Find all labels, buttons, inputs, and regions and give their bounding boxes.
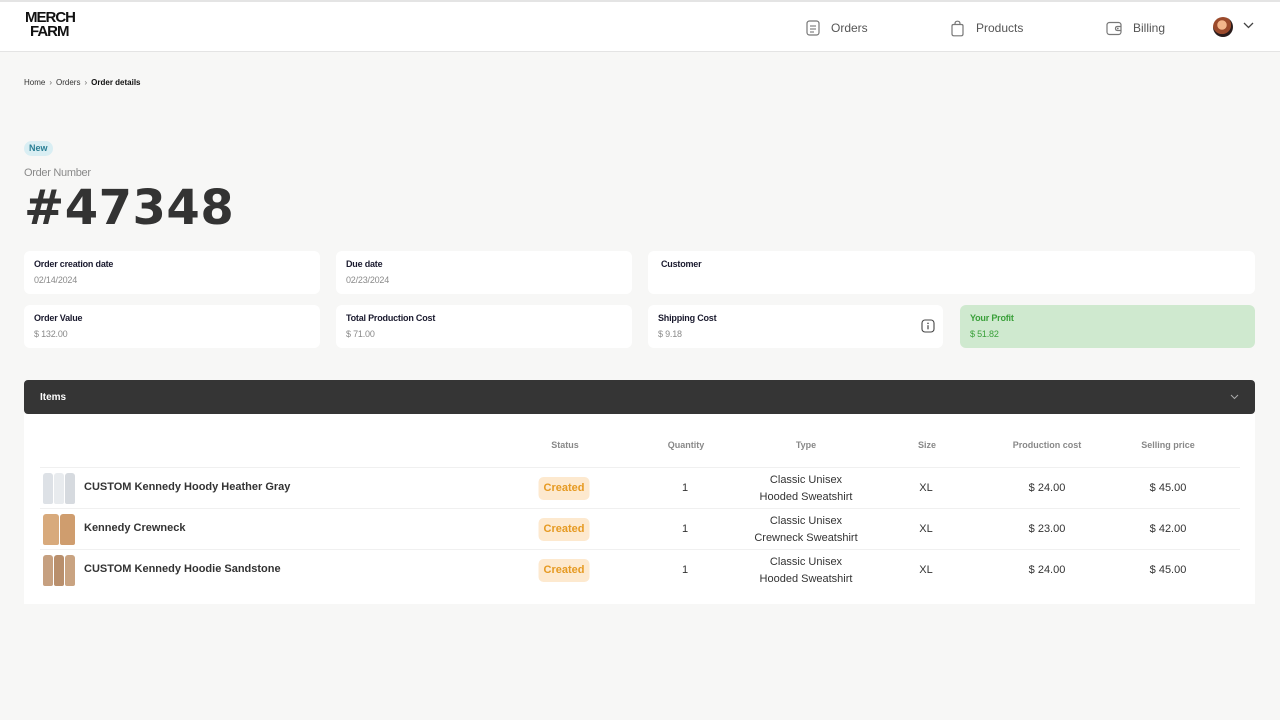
breadcrumb-separator-icon: ›	[84, 78, 88, 87]
card-title: Total Production Cost	[346, 313, 436, 323]
card-title: Order creation date	[34, 259, 114, 269]
shipping-cost-card: Shipping Cost $ 9.18	[648, 305, 943, 348]
status-badge: Created	[538, 518, 590, 541]
column-header-type: Type	[795, 440, 817, 450]
items-title: Items	[40, 391, 67, 403]
type-value: Classic Unisex Hooded Sweatshirt	[760, 468, 853, 509]
info-icon[interactable]	[921, 319, 935, 333]
card-title: Your Profit	[970, 313, 1014, 323]
breadcrumb-home[interactable]: Home	[24, 78, 45, 87]
breadcrumb-orders[interactable]: Orders	[56, 78, 80, 87]
status-badge: New	[24, 141, 53, 156]
top-navigation-bar: MERCH FARM Orders Products Billing	[0, 0, 1280, 52]
production-cost-value: $ 24.00	[1028, 482, 1066, 494]
type-line-2: Crewneck Sweatshirt	[754, 531, 858, 544]
nav-billing[interactable]: Billing	[1106, 18, 1165, 38]
product-name[interactable]: Kennedy Crewneck	[84, 522, 185, 534]
nav-orders[interactable]: Orders	[806, 18, 868, 38]
customer-card: Customer	[648, 251, 1255, 294]
product-thumbnail	[43, 473, 75, 504]
card-title: Order Value	[34, 313, 83, 323]
nav-billing-label: Billing	[1133, 21, 1166, 35]
breadcrumb-current: Order details	[91, 78, 141, 87]
type-line-1: Classic Unisex	[769, 514, 843, 527]
items-table: Status Quantity Type Size Production cos…	[24, 414, 1255, 604]
order-value-card: Order Value $ 132.00	[24, 305, 320, 348]
nav-products[interactable]: Products	[950, 18, 1023, 38]
column-header-size: Size	[917, 440, 937, 450]
table-row[interactable]: Kennedy Crewneck Created 1 Classic Unise…	[40, 508, 1240, 549]
card-value: $ 51.82	[970, 329, 999, 339]
logo-line-2: FARM	[30, 23, 70, 40]
order-number: #47348	[24, 180, 235, 236]
type-value: Classic Unisex Crewneck Sweatshirt	[754, 509, 857, 550]
breadcrumb: Home › Orders › Order details	[24, 78, 141, 87]
product-thumbnail	[43, 555, 75, 586]
table-row[interactable]: CUSTOM Kennedy Hoodie Sandstone Created …	[40, 549, 1240, 590]
column-header-production-cost: Production cost	[1012, 440, 1082, 450]
product-thumbnail	[43, 514, 75, 545]
type-line-1: Classic Unisex	[769, 473, 843, 486]
chevron-down-icon[interactable]	[1230, 394, 1239, 400]
size-value: XL	[919, 523, 933, 535]
status-badge: Created	[538, 477, 590, 500]
merch-farm-logo[interactable]: MERCH FARM	[25, 10, 76, 40]
quantity-value: 1	[681, 523, 689, 535]
quantity-value: 1	[681, 564, 689, 576]
card-title: Shipping Cost	[658, 313, 717, 323]
document-icon	[806, 20, 820, 36]
user-avatar[interactable]	[1213, 17, 1233, 37]
order-creation-date-card: Order creation date 02/14/2024	[24, 251, 320, 294]
profit-card: Your Profit $ 51.82	[960, 305, 1255, 348]
card-value: 02/23/2024	[346, 275, 390, 285]
wallet-icon	[1106, 21, 1122, 35]
size-value: XL	[919, 482, 933, 494]
card-title: Customer	[661, 259, 702, 269]
card-value: $ 132.00	[34, 329, 68, 339]
size-value: XL	[919, 564, 933, 576]
card-value: 02/14/2024	[34, 275, 78, 285]
items-accordion-header[interactable]: Items	[24, 380, 1255, 414]
column-header-status: Status	[551, 440, 579, 450]
product-name[interactable]: CUSTOM Kennedy Hoody Heather Gray	[84, 481, 290, 493]
type-line-2: Hooded Sweatshirt	[759, 490, 853, 503]
type-value: Classic Unisex Hooded Sweatshirt	[760, 550, 853, 591]
nav-orders-label: Orders	[831, 21, 868, 35]
due-date-card: Due date 02/23/2024	[336, 251, 632, 294]
nav-products-label: Products	[976, 21, 1024, 35]
production-cost-value: $ 24.00	[1028, 564, 1066, 576]
production-cost-value: $ 23.00	[1028, 523, 1066, 535]
type-line-2: Hooded Sweatshirt	[759, 572, 853, 585]
selling-price-value: $ 45.00	[1149, 564, 1187, 576]
type-line-1: Classic Unisex	[769, 555, 843, 568]
total-production-cost-card: Total Production Cost $ 71.00	[336, 305, 632, 348]
shopping-bag-icon	[951, 20, 964, 36]
order-number-label: Order Number	[24, 167, 91, 179]
column-header-quantity: Quantity	[667, 440, 705, 450]
selling-price-value: $ 45.00	[1149, 482, 1187, 494]
quantity-value: 1	[681, 482, 689, 494]
chevron-down-icon[interactable]	[1243, 22, 1254, 29]
selling-price-value: $ 42.00	[1149, 523, 1187, 535]
card-value: $ 71.00	[346, 329, 375, 339]
product-name[interactable]: CUSTOM Kennedy Hoodie Sandstone	[84, 563, 281, 575]
breadcrumb-separator-icon: ›	[49, 78, 53, 87]
card-value: $ 9.18	[658, 329, 682, 339]
table-row[interactable]: CUSTOM Kennedy Hoody Heather Gray Create…	[40, 467, 1240, 508]
status-badge: Created	[538, 559, 590, 582]
column-header-selling-price: Selling price	[1141, 440, 1195, 450]
card-title: Due date	[346, 259, 383, 269]
